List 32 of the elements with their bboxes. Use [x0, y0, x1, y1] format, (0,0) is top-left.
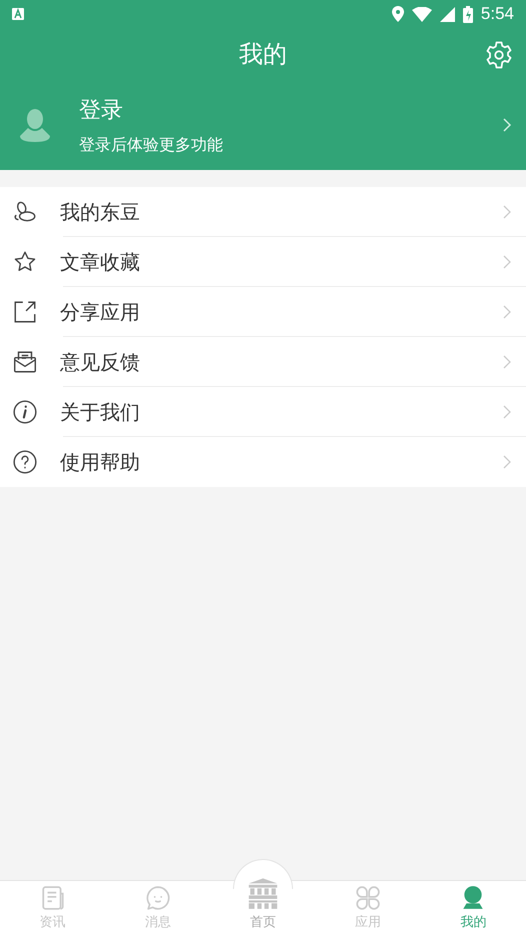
- chevron-right-icon: [502, 404, 512, 420]
- status-time: 5:54: [480, 3, 514, 26]
- wifi-icon: [412, 6, 432, 22]
- settings-button[interactable]: [484, 40, 514, 70]
- avatar-icon: [20, 108, 50, 142]
- document-icon: [40, 884, 66, 910]
- notification-icon: [12, 8, 24, 20]
- chevron-right-icon: [502, 117, 512, 133]
- menu-item[interactable]: 关于我们: [0, 387, 526, 437]
- menu-item[interactable]: 使用帮助: [0, 437, 526, 487]
- chevron-right-icon: [502, 204, 512, 220]
- mail-icon: [12, 349, 38, 375]
- location-icon: [392, 6, 404, 22]
- battery-icon: [462, 6, 473, 22]
- chevron-right-icon: [502, 254, 512, 270]
- chevron-right-icon: [502, 454, 512, 470]
- info-icon: [12, 399, 38, 425]
- login-hint: 登录后体验更多功能: [79, 134, 224, 156]
- page-title: 我的: [239, 39, 287, 70]
- chevron-right-icon: [502, 354, 512, 370]
- menu-item[interactable]: 文章收藏: [0, 237, 526, 287]
- signal-icon: [440, 6, 455, 22]
- building-icon: [246, 876, 280, 910]
- menu-item[interactable]: 我的东豆: [0, 187, 526, 237]
- login-label: 登录: [79, 96, 124, 124]
- menu-item[interactable]: 分享应用: [0, 287, 526, 337]
- apps-icon: [355, 884, 382, 910]
- help-icon: [12, 449, 38, 475]
- menu-item[interactable]: 意见反馈: [0, 337, 526, 387]
- share-icon: [12, 299, 38, 325]
- chevron-right-icon: [502, 304, 512, 320]
- chat-icon: [144, 884, 171, 910]
